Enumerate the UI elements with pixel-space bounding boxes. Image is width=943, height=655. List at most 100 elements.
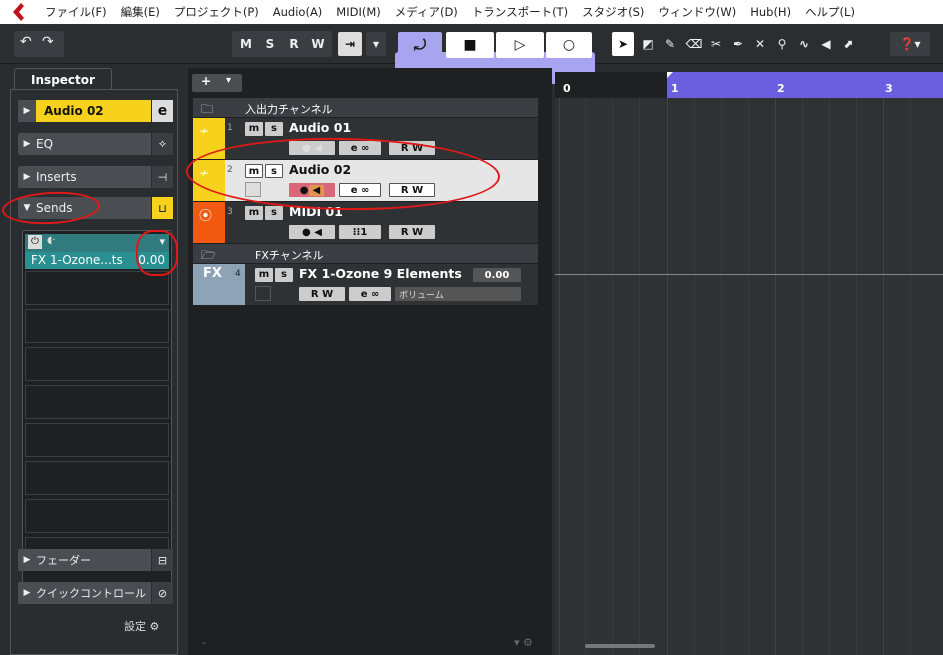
draw-tool-icon[interactable]: ✎: [660, 32, 680, 56]
menu-file[interactable]: ファイル(F): [38, 4, 114, 20]
grid-line: [694, 98, 695, 655]
solo-button[interactable]: s: [275, 268, 293, 282]
menu-midi[interactable]: MIDI(M): [329, 5, 387, 19]
inspector-tab[interactable]: Inspector: [14, 68, 112, 90]
grid-line: [910, 98, 911, 655]
track-name[interactable]: FX 1-Ozone 9 Elements: [299, 266, 462, 281]
menu-bar: ファイル(F) 編集(E) プロジェクト(P) Audio(A) MIDI(M)…: [0, 0, 943, 24]
color-tool-icon[interactable]: ⬈: [838, 32, 858, 56]
settings-button[interactable]: 設定 ⚙: [124, 618, 159, 634]
read-write-buttons[interactable]: R W: [299, 287, 345, 301]
grid-line: [585, 98, 586, 655]
erase-tool-icon[interactable]: ⌫: [684, 32, 704, 56]
help-icon[interactable]: ❓▾: [890, 32, 930, 56]
menu-help[interactable]: ヘルプ(L): [798, 4, 862, 20]
menu-project[interactable]: プロジェクト(P): [167, 4, 266, 20]
inspector-quick-controls-section[interactable]: ▶ クイックコントロール ⊘: [18, 582, 173, 604]
audio-waveform-icon: ≁: [199, 124, 210, 138]
mute-button[interactable]: m: [255, 268, 273, 282]
send-slot-2[interactable]: [25, 271, 169, 305]
send-slot-6[interactable]: [25, 423, 169, 457]
grid-line: [559, 98, 560, 655]
zoom-tool-icon[interactable]: ⚲: [772, 32, 792, 56]
send-slot-7[interactable]: [25, 461, 169, 495]
automation-dropdown-icon[interactable]: ▾: [366, 32, 386, 56]
line-tool-icon[interactable]: ∿: [794, 32, 814, 56]
undo-icon[interactable]: ↶: [20, 34, 32, 50]
mute-button[interactable]: m: [245, 122, 263, 136]
eq-bypass-icon[interactable]: ⟡: [151, 133, 173, 155]
automation-parameter-field[interactable]: ボリューム: [395, 287, 521, 301]
record-enable-button[interactable]: ● ◀: [289, 225, 335, 239]
inserts-bypass-icon[interactable]: ⊣: [151, 166, 173, 188]
solo-button[interactable]: s: [265, 122, 283, 136]
menu-transport[interactable]: トランスポート(T): [465, 4, 575, 20]
inspector-track-name[interactable]: ▶ Audio 02 e: [18, 100, 173, 122]
mute-tool-icon[interactable]: ✕: [750, 32, 770, 56]
left-locator-marker[interactable]: [667, 72, 673, 78]
play-button[interactable]: ▷: [496, 32, 544, 58]
timeline-ruler[interactable]: 0 1 2 3: [555, 72, 943, 98]
menu-studio[interactable]: スタジオ(S): [575, 4, 651, 20]
track-monitor-box[interactable]: [255, 286, 271, 301]
menu-hub[interactable]: Hub(H): [743, 5, 798, 19]
menu-window[interactable]: ウィンドウ(W): [651, 4, 743, 20]
glue-tool-icon[interactable]: ✒: [728, 32, 748, 56]
cycle-button[interactable]: ⤾: [398, 32, 442, 58]
folder-track-io[interactable]: 🗀 入出力チャンネル: [193, 98, 538, 118]
send-slot-5[interactable]: [25, 385, 169, 419]
inspector-inserts-section[interactable]: ▶ Inserts ⊣: [18, 166, 173, 188]
grid-line: [721, 98, 722, 655]
send-slot-3[interactable]: [25, 309, 169, 343]
track-list-options-icon[interactable]: ▾ ⚙: [514, 636, 533, 649]
track-list-splitter[interactable]: [538, 98, 552, 655]
quick-controls-bypass-icon[interactable]: ⊘: [151, 582, 173, 604]
send-power-icon[interactable]: ⏻: [28, 235, 42, 249]
send-destination[interactable]: FX 1-Ozone...ts: [31, 253, 123, 267]
fx-channel-icon: FX: [203, 266, 222, 281]
inspector-fader-section[interactable]: ▶ フェーダー ⊟: [18, 549, 173, 571]
play-tool-icon[interactable]: ◀: [816, 32, 836, 56]
menu-media[interactable]: メディア(D): [388, 4, 465, 20]
track-name[interactable]: Audio 01: [289, 120, 351, 135]
edit-channel-icon[interactable]: e: [151, 100, 173, 122]
track-fx-ozone[interactable]: FX 4 m s FX 1-Ozone 9 Elements 0.00 R W …: [193, 264, 538, 306]
range-tool-icon[interactable]: ◩: [638, 32, 658, 56]
fader-icon[interactable]: ⊟: [151, 549, 173, 571]
global-mute-button[interactable]: M: [236, 32, 256, 56]
send-slot-4[interactable]: [25, 347, 169, 381]
midi-channel-field[interactable]: ⁝⁝ 1: [339, 225, 381, 239]
channel-settings-button[interactable]: e ∞: [349, 287, 391, 301]
global-write-button[interactable]: W: [308, 32, 328, 56]
send-slot-8[interactable]: [25, 499, 169, 533]
solo-button[interactable]: s: [265, 206, 283, 220]
eq-label: EQ: [36, 137, 54, 151]
fx-volume-value[interactable]: 0.00: [473, 268, 521, 282]
grid-line: [667, 98, 668, 655]
record-button[interactable]: ○: [546, 32, 592, 58]
redo-icon[interactable]: ↷: [42, 34, 54, 50]
stop-button[interactable]: ■: [446, 32, 494, 58]
menu-audio[interactable]: Audio(A): [266, 5, 330, 19]
mute-button[interactable]: m: [245, 206, 263, 220]
read-write-buttons[interactable]: R W: [389, 225, 435, 239]
global-solo-button[interactable]: S: [260, 32, 280, 56]
folder-track-fx[interactable]: 🗁 FXチャンネル: [193, 244, 538, 264]
object-select-tool-icon[interactable]: ➤: [612, 32, 634, 56]
global-read-button[interactable]: R: [284, 32, 304, 56]
cycle-range[interactable]: [667, 72, 943, 98]
midi-icon: ⦿: [199, 209, 213, 224]
automation-mode-icon[interactable]: ⇥: [338, 32, 362, 56]
gear-icon: ⚙: [149, 620, 160, 633]
send-prepost-icon[interactable]: ◖·: [47, 235, 55, 246]
folder-name: 入出力チャンネル: [245, 103, 333, 116]
expand-arrow-icon: ▶: [23, 172, 31, 182]
split-tool-icon[interactable]: ✂: [706, 32, 726, 56]
sends-bypass-icon[interactable]: ⊔: [151, 197, 173, 219]
add-track-button[interactable]: + ▾: [192, 74, 242, 92]
track-list-zoom-icon[interactable]: -: [202, 636, 206, 649]
grid-line: [612, 98, 613, 655]
inspector-eq-section[interactable]: ▶ EQ ⟡: [18, 133, 173, 155]
horizontal-scrollbar[interactable]: [585, 644, 655, 648]
menu-edit[interactable]: 編集(E): [114, 4, 167, 20]
